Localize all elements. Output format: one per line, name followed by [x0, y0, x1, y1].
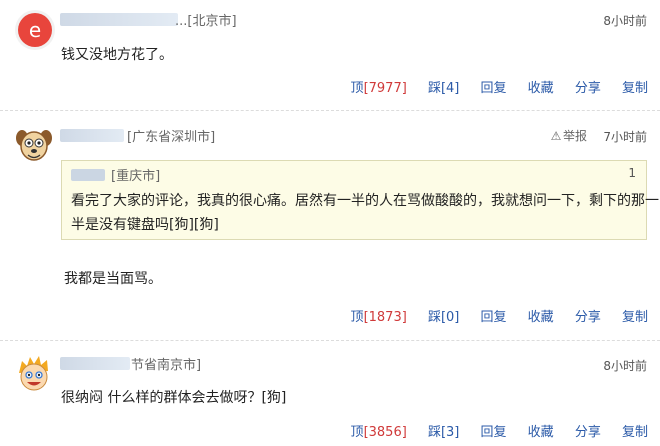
user-location: [广东省深圳市] [127, 130, 216, 145]
reply-button[interactable]: 回复 [481, 81, 507, 96]
warning-triangle-icon: ⚠ [550, 129, 562, 143]
collect-button[interactable]: 收藏 [528, 310, 554, 325]
quoted-location: [重庆市] [111, 169, 161, 184]
comment-time: 8小时前 [603, 359, 647, 373]
quoted-floor-number: 1 [628, 166, 636, 180]
svg-text:e: e [29, 18, 41, 42]
comment-time: 7小时前 [603, 130, 647, 144]
user-location: 节省南京市] [131, 358, 202, 373]
copy-button[interactable]: 复制 [622, 81, 648, 96]
reply-button[interactable]: 回复 [481, 425, 507, 440]
collect-button[interactable]: 收藏 [528, 425, 554, 440]
cartoon-dog-avatar-icon[interactable] [14, 126, 54, 166]
comment-text: 我都是当面骂。 [64, 271, 162, 287]
comment-actions: 顶[3856] 踩[3] 回复 收藏 分享 复制 [334, 421, 648, 440]
downvote-button[interactable]: 踩[4] [428, 81, 459, 96]
quoted-username-blurred[interactable] [71, 169, 105, 181]
upvote-button[interactable]: 顶[3856] [351, 425, 407, 440]
copy-button[interactable]: 复制 [622, 425, 648, 440]
report-button[interactable]: ⚠ 举报 [549, 127, 587, 144]
comment-text: 很纳闷 什么样的群体会去做呀？[狗] [61, 390, 287, 406]
upvote-button[interactable]: 顶[1873] [351, 310, 407, 325]
quoted-text-line-2: 半是没有键盘吗[狗][狗] [71, 217, 219, 233]
quoted-text-line-1: 看完了大家的评论，我真的很心痛。居然有一半的人在骂做酸酸的，我就想问一下，剩下的… [71, 193, 659, 209]
reply-button[interactable]: 回复 [481, 310, 507, 325]
username-blurred[interactable] [60, 357, 130, 370]
comment-time: 8小时前 [603, 14, 647, 28]
collect-button[interactable]: 收藏 [528, 81, 554, 96]
share-button[interactable]: 分享 [575, 81, 601, 96]
share-button[interactable]: 分享 [575, 425, 601, 440]
user-location: ...[北京市] [175, 14, 237, 29]
quoted-comment: [重庆市] 1 看完了大家的评论，我真的很心痛。居然有一半的人在骂做酸酸的，我就… [61, 160, 659, 240]
downvote-button[interactable]: 踩[3] [428, 425, 459, 440]
upvote-button[interactable]: 顶[7977] [351, 81, 407, 96]
comment-1: e ...[北京市] 8小时前 钱又没地方花了。 顶[7977] 踩[4] 回复… [0, 0, 660, 106]
comment-text: 钱又没地方花了。 [61, 47, 173, 63]
comment-actions: 顶[7977] 踩[4] 回复 收藏 分享 复制 [334, 77, 648, 96]
username-blurred[interactable] [60, 129, 124, 142]
downvote-button[interactable]: 踩[0] [428, 310, 459, 325]
divider [0, 110, 660, 111]
divider [0, 340, 660, 341]
boy-avatar-icon[interactable] [14, 353, 54, 393]
copy-button[interactable]: 复制 [622, 310, 648, 325]
username-blurred[interactable] [60, 13, 178, 26]
share-button[interactable]: 分享 [575, 310, 601, 325]
comment-actions: 顶[1873] 踩[0] 回复 收藏 分享 复制 [334, 306, 648, 325]
red-e-avatar-icon[interactable]: e [15, 10, 55, 50]
